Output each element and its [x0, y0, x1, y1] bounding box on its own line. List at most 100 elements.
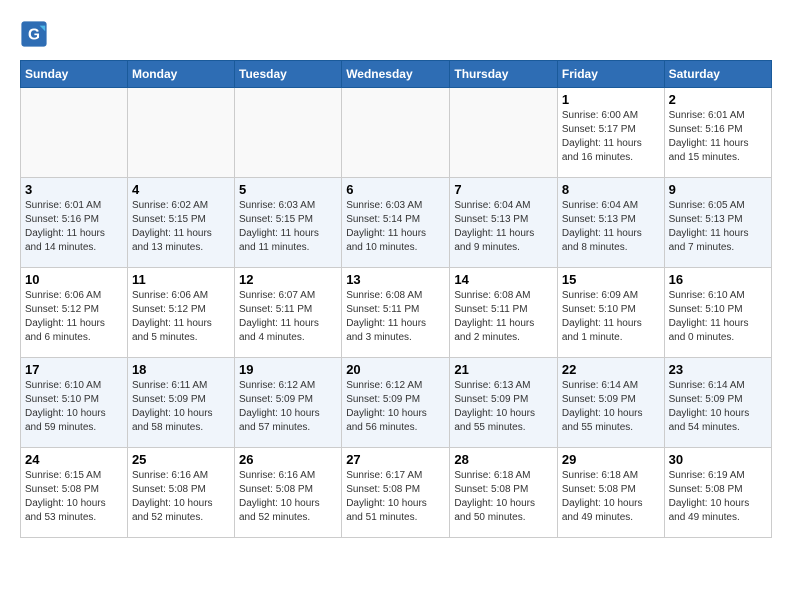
day-number: 22: [562, 362, 660, 377]
day-number: 6: [346, 182, 445, 197]
day-info: Sunrise: 6:03 AM Sunset: 5:14 PM Dayligh…: [346, 199, 445, 255]
calendar-cell: 21 Sunrise: 6:13 AM Sunset: 5:09 PM Dayli…: [450, 358, 558, 448]
day-info: Sunrise: 6:09 AM Sunset: 5:10 PM Dayligh…: [562, 289, 660, 345]
calendar-cell: 14 Sunrise: 6:08 AM Sunset: 5:11 PM Dayli…: [450, 268, 558, 358]
calendar-cell: 24 Sunrise: 6:15 AM Sunset: 5:08 PM Dayli…: [21, 448, 128, 538]
calendar-cell: 11 Sunrise: 6:06 AM Sunset: 5:12 PM Dayli…: [127, 268, 234, 358]
day-number: 13: [346, 272, 445, 287]
day-info: Sunrise: 6:12 AM Sunset: 5:09 PM Dayligh…: [239, 379, 337, 435]
weekday-header: Tuesday: [235, 61, 342, 88]
calendar-cell: 17 Sunrise: 6:10 AM Sunset: 5:10 PM Dayli…: [21, 358, 128, 448]
day-info: Sunrise: 6:10 AM Sunset: 5:10 PM Dayligh…: [25, 379, 123, 435]
day-info: Sunrise: 6:10 AM Sunset: 5:10 PM Dayligh…: [669, 289, 767, 345]
day-info: Sunrise: 6:04 AM Sunset: 5:13 PM Dayligh…: [562, 199, 660, 255]
day-info: Sunrise: 6:00 AM Sunset: 5:17 PM Dayligh…: [562, 109, 660, 165]
day-number: 27: [346, 452, 445, 467]
day-number: 20: [346, 362, 445, 377]
calendar-cell: 16 Sunrise: 6:10 AM Sunset: 5:10 PM Dayli…: [664, 268, 771, 358]
day-info: Sunrise: 6:04 AM Sunset: 5:13 PM Dayligh…: [454, 199, 553, 255]
calendar-cell: 12 Sunrise: 6:07 AM Sunset: 5:11 PM Dayli…: [235, 268, 342, 358]
calendar-cell: 5Sunrise: 6:03 AM Sunset: 5:15 PM Daylig…: [235, 178, 342, 268]
day-info: Sunrise: 6:19 AM Sunset: 5:08 PM Dayligh…: [669, 469, 767, 525]
day-number: 8: [562, 182, 660, 197]
day-info: Sunrise: 6:16 AM Sunset: 5:08 PM Dayligh…: [239, 469, 337, 525]
calendar-cell: 18 Sunrise: 6:11 AM Sunset: 5:09 PM Dayli…: [127, 358, 234, 448]
weekday-header: Monday: [127, 61, 234, 88]
calendar-week-row: 10Sunrise: 6:06 AM Sunset: 5:12 PM Dayli…: [21, 268, 772, 358]
day-number: 26: [239, 452, 337, 467]
calendar-cell: 2Sunrise: 6:01 AM Sunset: 5:16 PM Daylig…: [664, 88, 771, 178]
day-info: Sunrise: 6:07 AM Sunset: 5:11 PM Dayligh…: [239, 289, 337, 345]
svg-text:G: G: [28, 27, 40, 44]
calendar-cell: [235, 88, 342, 178]
calendar-cell: 20 Sunrise: 6:12 AM Sunset: 5:09 PM Dayli…: [342, 358, 450, 448]
day-number: 15: [562, 272, 660, 287]
day-info: Sunrise: 6:05 AM Sunset: 5:13 PM Dayligh…: [669, 199, 767, 255]
calendar-week-row: 17 Sunrise: 6:10 AM Sunset: 5:10 PM Dayli…: [21, 358, 772, 448]
calendar-cell: 1 Sunrise: 6:00 AM Sunset: 5:17 PM Daylig…: [557, 88, 664, 178]
day-number: 24: [25, 452, 123, 467]
calendar-week-row: 1 Sunrise: 6:00 AM Sunset: 5:17 PM Daylig…: [21, 88, 772, 178]
day-number: 23: [669, 362, 767, 377]
calendar-cell: 28Sunrise: 6:18 AM Sunset: 5:08 PM Dayli…: [450, 448, 558, 538]
day-number: 17: [25, 362, 123, 377]
day-number: 12: [239, 272, 337, 287]
day-number: 3: [25, 182, 123, 197]
calendar-cell: 15 Sunrise: 6:09 AM Sunset: 5:10 PM Dayli…: [557, 268, 664, 358]
weekday-header: Sunday: [21, 61, 128, 88]
day-number: 1: [562, 92, 660, 107]
day-info: Sunrise: 6:18 AM Sunset: 5:08 PM Dayligh…: [562, 469, 660, 525]
day-info: Sunrise: 6:08 AM Sunset: 5:11 PM Dayligh…: [454, 289, 553, 345]
day-number: 5: [239, 182, 337, 197]
weekday-header: Thursday: [450, 61, 558, 88]
calendar-cell: 3Sunrise: 6:01 AM Sunset: 5:16 PM Daylig…: [21, 178, 128, 268]
logo-icon: G: [20, 20, 48, 48]
calendar-cell: 27Sunrise: 6:17 AM Sunset: 5:08 PM Dayli…: [342, 448, 450, 538]
day-info: Sunrise: 6:06 AM Sunset: 5:12 PM Dayligh…: [132, 289, 230, 345]
calendar-cell: 6 Sunrise: 6:03 AM Sunset: 5:14 PM Daylig…: [342, 178, 450, 268]
calendar-cell: 30Sunrise: 6:19 AM Sunset: 5:08 PM Dayli…: [664, 448, 771, 538]
day-number: 19: [239, 362, 337, 377]
calendar-table: SundayMondayTuesdayWednesdayThursdayFrid…: [20, 60, 772, 538]
calendar-cell: [342, 88, 450, 178]
day-info: Sunrise: 6:14 AM Sunset: 5:09 PM Dayligh…: [562, 379, 660, 435]
calendar-cell: [450, 88, 558, 178]
calendar-week-row: 3Sunrise: 6:01 AM Sunset: 5:16 PM Daylig…: [21, 178, 772, 268]
day-number: 11: [132, 272, 230, 287]
day-info: Sunrise: 6:15 AM Sunset: 5:08 PM Dayligh…: [25, 469, 123, 525]
calendar-cell: 9 Sunrise: 6:05 AM Sunset: 5:13 PM Daylig…: [664, 178, 771, 268]
day-info: Sunrise: 6:01 AM Sunset: 5:16 PM Dayligh…: [669, 109, 767, 165]
calendar-cell: 8 Sunrise: 6:04 AM Sunset: 5:13 PM Daylig…: [557, 178, 664, 268]
day-number: 7: [454, 182, 553, 197]
day-info: Sunrise: 6:06 AM Sunset: 5:12 PM Dayligh…: [25, 289, 123, 345]
calendar-cell: [21, 88, 128, 178]
day-info: Sunrise: 6:16 AM Sunset: 5:08 PM Dayligh…: [132, 469, 230, 525]
day-info: Sunrise: 6:18 AM Sunset: 5:08 PM Dayligh…: [454, 469, 553, 525]
calendar-cell: 26 Sunrise: 6:16 AM Sunset: 5:08 PM Dayli…: [235, 448, 342, 538]
day-number: 9: [669, 182, 767, 197]
day-number: 18: [132, 362, 230, 377]
calendar-cell: 13Sunrise: 6:08 AM Sunset: 5:11 PM Dayli…: [342, 268, 450, 358]
day-info: Sunrise: 6:13 AM Sunset: 5:09 PM Dayligh…: [454, 379, 553, 435]
calendar-cell: 23 Sunrise: 6:14 AM Sunset: 5:09 PM Dayli…: [664, 358, 771, 448]
day-number: 21: [454, 362, 553, 377]
day-number: 14: [454, 272, 553, 287]
day-info: Sunrise: 6:14 AM Sunset: 5:09 PM Dayligh…: [669, 379, 767, 435]
calendar-cell: 29 Sunrise: 6:18 AM Sunset: 5:08 PM Dayli…: [557, 448, 664, 538]
day-info: Sunrise: 6:11 AM Sunset: 5:09 PM Dayligh…: [132, 379, 230, 435]
weekday-header: Wednesday: [342, 61, 450, 88]
calendar-cell: 22 Sunrise: 6:14 AM Sunset: 5:09 PM Dayli…: [557, 358, 664, 448]
weekday-header: Saturday: [664, 61, 771, 88]
logo: G: [20, 20, 50, 48]
calendar-cell: 19 Sunrise: 6:12 AM Sunset: 5:09 PM Dayli…: [235, 358, 342, 448]
weekday-header: Friday: [557, 61, 664, 88]
day-number: 29: [562, 452, 660, 467]
calendar-cell: 10Sunrise: 6:06 AM Sunset: 5:12 PM Dayli…: [21, 268, 128, 358]
calendar-cell: 7 Sunrise: 6:04 AM Sunset: 5:13 PM Daylig…: [450, 178, 558, 268]
calendar-week-row: 24 Sunrise: 6:15 AM Sunset: 5:08 PM Dayli…: [21, 448, 772, 538]
day-number: 25: [132, 452, 230, 467]
calendar-cell: [127, 88, 234, 178]
day-number: 16: [669, 272, 767, 287]
day-info: Sunrise: 6:02 AM Sunset: 5:15 PM Dayligh…: [132, 199, 230, 255]
day-info: Sunrise: 6:12 AM Sunset: 5:09 PM Dayligh…: [346, 379, 445, 435]
